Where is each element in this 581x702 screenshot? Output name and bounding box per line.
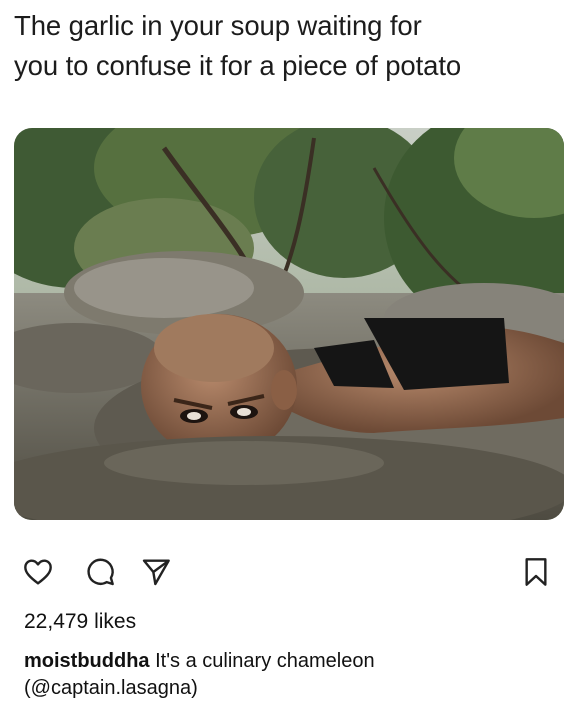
likes-count[interactable]: 22,479 likes bbox=[24, 610, 136, 634]
comment-icon bbox=[87, 558, 114, 586]
post-comment: moistbuddha It's a culinary chameleon (@… bbox=[24, 648, 569, 702]
comment-mention[interactable]: (@captain.lasagna) bbox=[24, 677, 198, 699]
post-actions bbox=[0, 552, 581, 596]
caption-line-2: you to confuse it for a piece of potato bbox=[14, 50, 462, 81]
comment-button[interactable] bbox=[82, 552, 118, 592]
share-button[interactable] bbox=[138, 552, 174, 592]
post-caption: The garlic in your soup waiting for you … bbox=[14, 6, 569, 86]
caption-line-1: The garlic in your soup waiting for bbox=[14, 10, 422, 41]
comment-username[interactable]: moistbuddha bbox=[24, 650, 150, 672]
bookmark-icon bbox=[525, 558, 547, 586]
comment-text: It's a culinary chameleon bbox=[155, 650, 375, 672]
heart-icon bbox=[24, 559, 52, 585]
post-photo-drawing bbox=[14, 128, 564, 520]
send-icon bbox=[142, 559, 170, 586]
save-button[interactable] bbox=[518, 552, 554, 592]
post-image[interactable] bbox=[14, 128, 564, 520]
like-button[interactable] bbox=[20, 552, 56, 592]
